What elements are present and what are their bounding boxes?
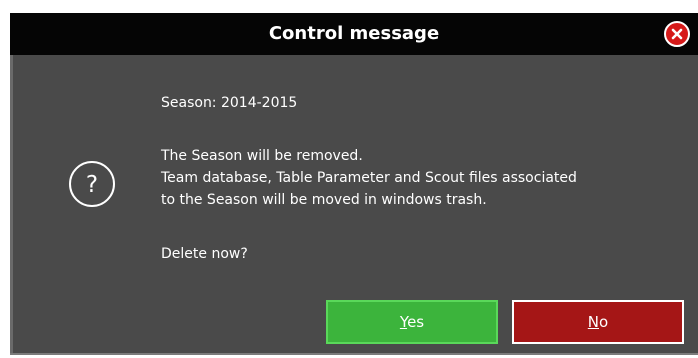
yes-button[interactable]: Yes (326, 300, 498, 344)
control-message-dialog: Control message ? Season: 2014-2015 The … (10, 13, 698, 355)
no-label: o (599, 313, 609, 331)
left-accent-border (10, 55, 13, 355)
title-bar[interactable]: Control message (10, 13, 698, 55)
close-icon[interactable] (664, 21, 690, 47)
message-line-1: The Season will be removed. (161, 148, 363, 164)
delete-prompt: Delete now? (161, 246, 248, 262)
yes-mnemonic: Y (399, 313, 408, 331)
dialog-title: Control message (268, 23, 440, 44)
season-label: Season: 2014-2015 (161, 95, 298, 111)
message-line-2: Team database, Table Parameter and Scout… (161, 170, 577, 186)
svg-text:?: ? (86, 172, 98, 198)
question-icon: ? (67, 159, 117, 209)
no-mnemonic: N (587, 313, 600, 331)
no-button[interactable]: No (512, 300, 684, 344)
yes-label: es (407, 313, 425, 331)
message-line-3: to the Season will be moved in windows t… (161, 192, 487, 208)
bottom-border (10, 353, 698, 355)
